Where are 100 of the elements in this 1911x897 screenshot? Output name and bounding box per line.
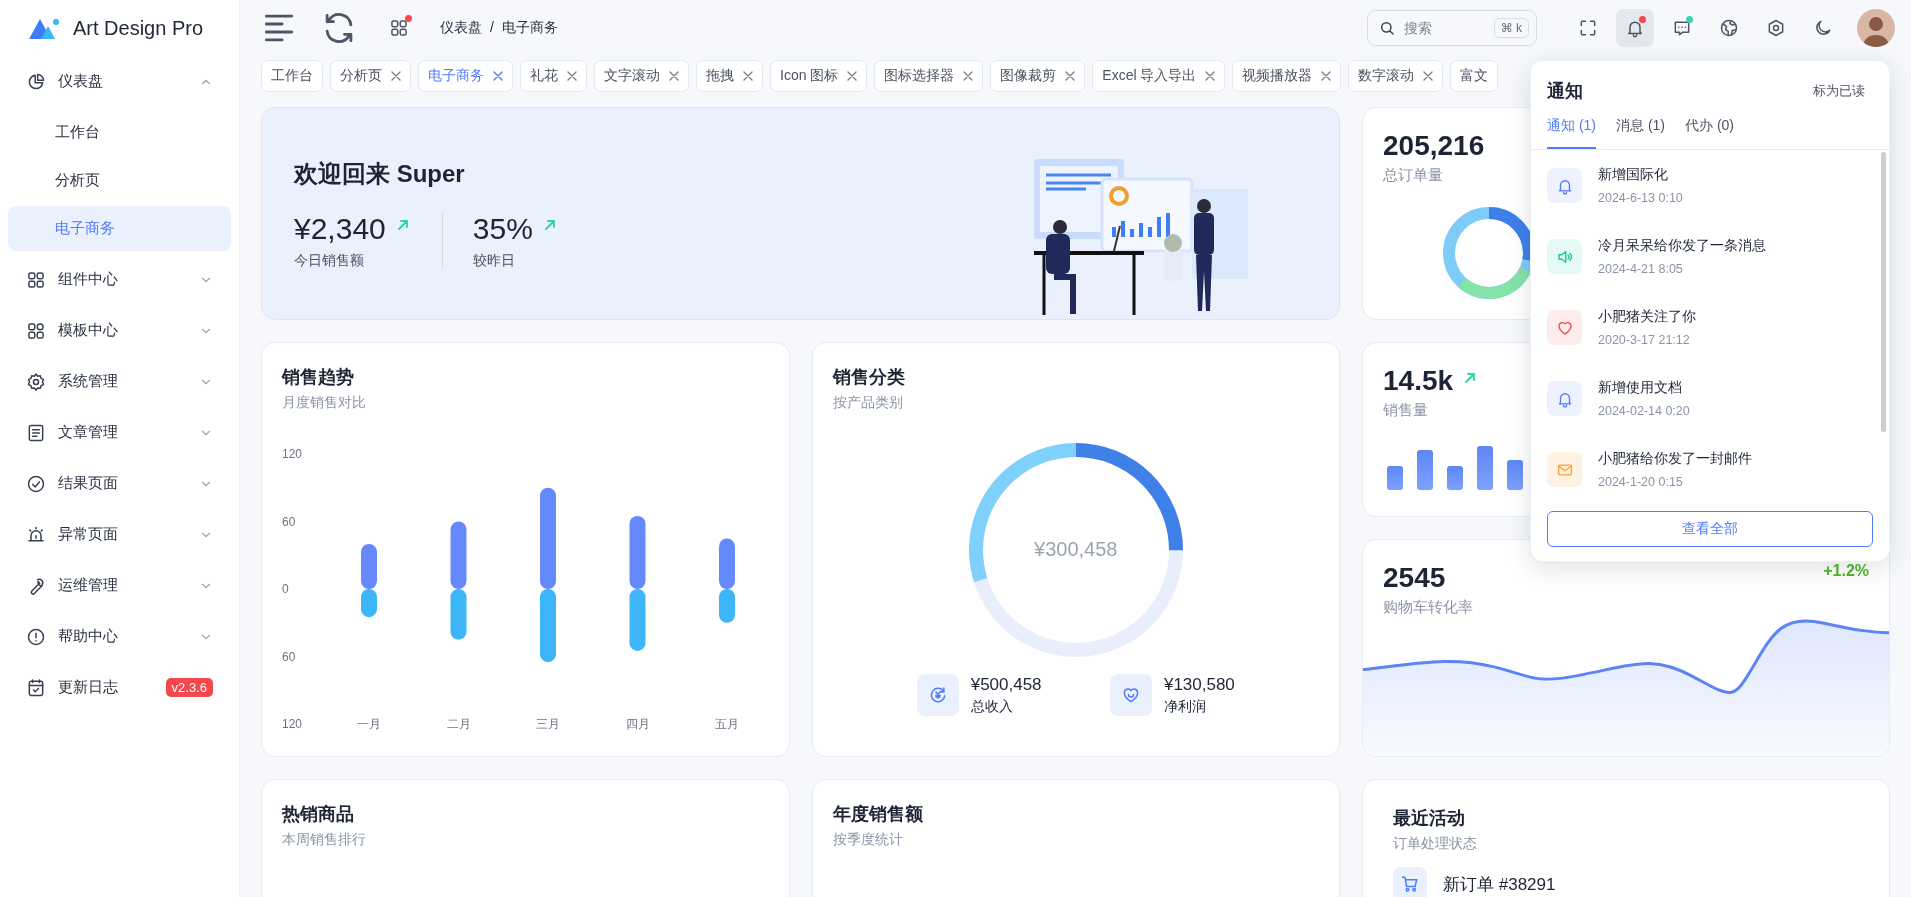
axis-label: 四月 — [625, 717, 650, 731]
mark-read-link[interactable]: 标为已读 — [1813, 82, 1865, 100]
notification-item[interactable]: 新增国际化 2024-6-13 0:10 — [1547, 150, 1873, 221]
activity-title: 新订单 #38291 — [1443, 873, 1556, 896]
grid-icon — [26, 320, 46, 341]
notification-time: 2024-6-13 0:10 — [1598, 191, 1683, 205]
view-all-button[interactable]: 查看全部 — [1547, 511, 1873, 547]
settings-icon — [1766, 18, 1786, 38]
menu-item[interactable]: 组件中心 — [0, 254, 239, 305]
change-value: +1.2% — [1823, 562, 1869, 581]
logo-icon — [29, 17, 61, 39]
chart-bar — [629, 589, 646, 651]
page-tab[interactable]: Icon 图标 — [770, 60, 868, 92]
close-icon[interactable] — [567, 71, 577, 81]
calendar-icon — [26, 677, 46, 698]
notification-item[interactable]: 小肥猪给你发了一封邮件 2024-1-20 0:15 — [1547, 434, 1873, 503]
notification-time: 2024-4-21 8:05 — [1598, 262, 1684, 276]
notification-title: 小肥猪给你发了一封邮件 — [1598, 450, 1752, 468]
panel-title: 通知 — [1547, 80, 1583, 103]
close-icon[interactable] — [1321, 71, 1332, 81]
stat-value: 14.5k — [1383, 365, 1454, 397]
card-title: 最近活动 — [1393, 807, 1466, 830]
chat-icon — [1672, 18, 1692, 38]
page-tab[interactable]: 文字滚动 — [594, 60, 689, 92]
stat-label: 总订单量 — [1383, 166, 1443, 185]
close-icon[interactable] — [963, 71, 974, 81]
page-tab[interactable]: Excel 导入导出 — [1092, 60, 1226, 92]
axis-label: 0 — [282, 582, 289, 596]
app-name: Art Design Pro — [73, 16, 204, 40]
panel-tab[interactable]: 消息 (1) — [1616, 117, 1665, 149]
close-icon[interactable] — [493, 71, 503, 81]
notification-title: 新增使用文档 — [1598, 379, 1683, 397]
apps-icon — [389, 18, 409, 38]
page-tab[interactable]: 图标选择器 — [874, 60, 984, 92]
page-tab[interactable]: 分析页 — [330, 60, 411, 92]
chart-bar — [450, 589, 467, 640]
menu-item[interactable]: 仪表盘 — [0, 56, 239, 107]
axis-label: 60 — [282, 514, 296, 529]
menu-item[interactable]: 异常页面 — [0, 509, 239, 560]
document-icon — [26, 422, 46, 443]
submenu-item[interactable]: 工作台 — [8, 110, 231, 155]
panel-tab[interactable]: 代办 (0) — [1685, 117, 1734, 149]
notification-item[interactable]: 新增使用文档 2024-02-14 0:20 — [1547, 363, 1873, 434]
chart-bar — [450, 521, 467, 589]
axis-label: 三月 — [536, 717, 560, 731]
close-icon[interactable] — [669, 71, 679, 81]
page-tab[interactable]: 富文 — [1450, 60, 1499, 92]
stat-label: 总收入 — [970, 697, 1014, 716]
cart-icon — [1400, 874, 1420, 894]
page-tab[interactable]: 电子商务 — [418, 60, 513, 92]
page-tab[interactable]: 数字滚动 — [1348, 60, 1444, 92]
avatar[interactable] — [1857, 9, 1895, 47]
card-subtitle: 本周销售排行 — [282, 831, 367, 849]
notification-time: 2024-02-14 0:20 — [1598, 404, 1690, 418]
close-icon[interactable] — [1065, 71, 1076, 81]
menu-item[interactable]: 文章管理 — [0, 407, 239, 458]
page-tab[interactable]: 礼花 — [520, 60, 587, 92]
menu-item[interactable]: 运维管理 — [0, 560, 239, 611]
gear-icon — [26, 371, 46, 392]
version-badge: v2.3.6 — [165, 678, 213, 697]
panel-tab[interactable]: 通知 (1) — [1547, 117, 1596, 149]
menu-item[interactable]: 系统管理 — [0, 356, 239, 407]
alarm-icon — [26, 524, 46, 545]
page-tab[interactable]: 视频播放器 — [1232, 60, 1342, 92]
card-title: 热销商品 — [282, 803, 355, 826]
menu-item[interactable]: 模板中心 — [0, 305, 239, 356]
notification-item[interactable]: 小肥猪关注了你 2020-3-17 21:12 — [1547, 292, 1873, 363]
page-tab[interactable]: 拖拽 — [696, 60, 763, 92]
notification-time: 2024-1-20 0:15 — [1598, 475, 1684, 489]
notification-title: 冷月呆呆给你发了一条消息 — [1598, 237, 1766, 255]
menu-item[interactable]: 帮助中心 — [0, 611, 239, 662]
stat-value: ¥130,580 — [1163, 674, 1235, 695]
grid-icon — [26, 269, 46, 290]
axis-label: 120 — [282, 717, 303, 731]
notification-time: 2020-3-17 21:12 — [1598, 333, 1691, 347]
toolbar-button[interactable] — [1616, 9, 1654, 47]
submenu-item[interactable]: 分析页 — [8, 158, 231, 203]
close-icon[interactable] — [1423, 71, 1434, 81]
stat-value: 205,216 — [1383, 130, 1485, 162]
pie-chart-icon — [26, 71, 46, 92]
card-subtitle: 月度销售对比 — [282, 394, 367, 412]
breadcrumb-current: 电子商务 — [501, 19, 558, 37]
breadcrumb-link[interactable]: 仪表盘 — [440, 19, 482, 37]
menu-item[interactable]: 结果页面 — [0, 458, 239, 509]
stat-label: 销售量 — [1383, 401, 1428, 420]
close-icon[interactable] — [1205, 71, 1216, 81]
close-icon[interactable] — [847, 71, 858, 81]
close-icon[interactable] — [391, 71, 401, 81]
breadcrumb-separator: / — [490, 19, 494, 37]
donut-center-value: ¥300,458 — [1033, 538, 1119, 561]
exclamation-circle-icon — [26, 626, 46, 647]
close-icon[interactable] — [743, 71, 753, 81]
axis-label: 二月 — [446, 717, 471, 731]
notification-item[interactable]: 冷月呆呆给你发了一条消息 2024-4-21 8:05 — [1547, 221, 1873, 292]
page-tab[interactable]: 图像裁剪 — [990, 60, 1086, 92]
page-tab[interactable]: 工作台 — [261, 60, 323, 92]
stat-value: ¥500,458 — [970, 674, 1042, 695]
menu-item[interactable]: 更新日志 v2.3.6 — [0, 662, 239, 713]
axis-label: 一月 — [357, 717, 381, 731]
shortcut-hint: ⌘ k — [1493, 18, 1529, 38]
